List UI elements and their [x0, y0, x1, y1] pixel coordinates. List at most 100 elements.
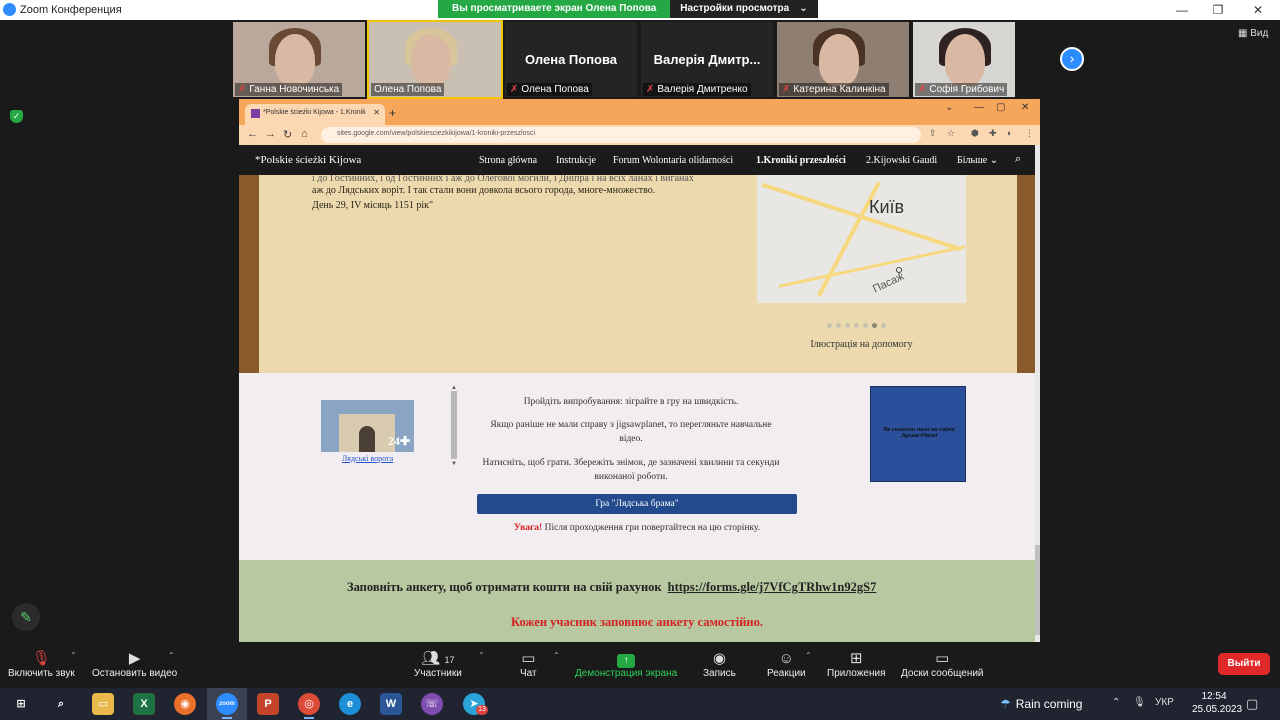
participant-display-name: Валерія Дмитр... [653, 52, 761, 67]
participant-tile[interactable]: Валерія Дмитр... ✗ Валерія Дмитренко [641, 22, 773, 97]
carousel-dot[interactable] [845, 323, 850, 328]
carousel-dot[interactable] [881, 323, 886, 328]
url-input[interactable]: sites.google.com/view/polskiesciezkikijo… [321, 127, 921, 143]
tutorial-video-card[interactable]: Як скласти пазл на сайті Jigsaw Planet [870, 386, 966, 482]
forward-icon[interactable]: → [265, 128, 276, 140]
play-game-button[interactable]: Гра "Лядська брама" [477, 494, 797, 514]
word-icon[interactable]: W [380, 693, 402, 715]
nav-kijowski-gaudi[interactable]: 2.Kijowski Gaudi [866, 155, 937, 166]
taskbar-clock[interactable]: 12:54 25.05.2023 [1192, 690, 1242, 716]
next-participants-button[interactable]: › [1060, 47, 1084, 71]
browser-maximize-icon[interactable]: ▢ [996, 102, 1005, 113]
carousel-dot[interactable] [863, 323, 868, 328]
powerpoint-icon[interactable]: P [257, 693, 279, 715]
puzzle-thumbnail[interactable]: 24✚ [321, 400, 414, 452]
bookmark-star-icon[interactable]: ☆ [947, 128, 955, 139]
apps-button[interactable]: ⊞ Приложения [827, 650, 886, 679]
carousel-dots[interactable] [827, 323, 886, 328]
view-button[interactable]: ▦ Вид [1238, 28, 1268, 39]
parchment-edge-right [1017, 175, 1035, 373]
unmute-button[interactable]: 🎙︎ Включить звук [8, 650, 75, 679]
mute-options-caret[interactable]: ⌃ [70, 650, 77, 661]
close-icon[interactable]: ✕ [1248, 2, 1268, 18]
nav-kroniki-przeszlosci[interactable]: 1.Kroniki przeszłości [756, 155, 846, 166]
microphone-tray-icon[interactable]: 🎙︎ [1133, 697, 1146, 708]
reactions-options-caret[interactable]: ⌃ [805, 650, 812, 661]
home-icon[interactable]: ⌂ [301, 128, 308, 140]
scrollbar-thumb[interactable] [1035, 545, 1040, 635]
security-shield-icon[interactable]: ✓ [10, 110, 23, 123]
participants-button[interactable]: 👥︎ 17 Участники [414, 650, 462, 679]
browser-tab[interactable]: *Polskie ścieżki Kijowa - 1.Kronik ✕ [245, 104, 385, 125]
carousel-dot[interactable] [854, 323, 859, 328]
back-icon[interactable]: ← [247, 128, 258, 140]
input-language[interactable]: УКР [1155, 697, 1174, 708]
file-explorer-icon[interactable]: ▭ [92, 693, 114, 715]
participant-name: Олена Попова [371, 83, 445, 96]
nav-strona-glowna[interactable]: Strona główna [479, 155, 537, 166]
weather-widget[interactable]: ☂ Rain coming [1000, 697, 1082, 711]
chrome-icon[interactable]: ◎ [298, 693, 320, 719]
participants-options-caret[interactable]: ⌃ [478, 650, 485, 661]
new-tab-icon[interactable]: + [389, 106, 396, 120]
record-button[interactable]: ◉ Запись [703, 650, 736, 679]
tab-close-icon[interactable]: ✕ [373, 108, 380, 117]
minimize-icon[interactable]: — [1172, 2, 1192, 18]
video-options-caret[interactable]: ⌃ [168, 650, 175, 661]
leave-meeting-button[interactable]: Выйти [1218, 653, 1270, 675]
tray-expand-icon[interactable]: ⌃ [1112, 697, 1120, 708]
site-search-icon[interactable]: ⌕ [1015, 153, 1021, 166]
share-screen-button[interactable]: ↑ Демонстрация экрана [575, 650, 677, 679]
participant-tile[interactable]: ✗ Катерина Калинкіна [777, 22, 909, 97]
profile-icon[interactable]: ◐ [1007, 128, 1012, 138]
embed-scroll-down-icon[interactable]: ▼ [451, 461, 457, 467]
chat-options-caret[interactable]: ⌃ [553, 650, 560, 661]
page-scrollbar[interactable] [1035, 145, 1040, 642]
firefox-icon[interactable]: ◉ [174, 693, 196, 715]
windows-start-icon[interactable]: ⊞ [10, 693, 32, 715]
reaction-emoji-icon: ☺ [778, 650, 794, 667]
extension-icon[interactable]: ⬢ [971, 128, 979, 139]
edge-icon[interactable]: e [339, 693, 361, 715]
taskbar-search-icon[interactable]: ⌕ [50, 693, 72, 715]
browser-close-icon[interactable]: ✕ [1021, 102, 1029, 113]
carousel-dot[interactable] [827, 323, 832, 328]
participant-tile[interactable]: ✗ Софія Грибович [913, 22, 1015, 97]
annotate-pencil-icon[interactable]: ✎ [12, 603, 40, 631]
view-settings-button[interactable]: Настройки просмотра ⌄ [670, 0, 818, 18]
reactions-button[interactable]: ☺ Реакции [767, 650, 806, 679]
browser-chevron-icon[interactable]: ⌄ [945, 102, 953, 113]
participant-name: ✗ Ганна Новочинська [235, 83, 343, 96]
viber-icon[interactable]: ☏ [421, 693, 443, 715]
zoom-taskbar-icon[interactable]: zoom [216, 693, 238, 719]
site-title[interactable]: *Polskie ścieżki Kijowa [255, 154, 361, 166]
participant-tile[interactable]: Олена Попова ✗ Олена Попова [505, 22, 637, 97]
participant-tile[interactable]: ✗ Ганна Новочинська [233, 22, 365, 97]
translate-icon[interactable]: ⇪ [929, 128, 937, 139]
carousel-dot[interactable] [836, 323, 841, 328]
browser-menu-icon[interactable]: ⋮ [1025, 128, 1034, 139]
puzzle-link[interactable]: Лядські ворота [321, 454, 414, 463]
whiteboard-button[interactable]: ▭ Доски сообщений [901, 650, 984, 679]
reload-icon[interactable]: ↻ [283, 128, 292, 141]
rain-cloud-icon: ☂ [1000, 697, 1011, 711]
browser-minimize-icon[interactable]: — [974, 102, 984, 113]
participant-tile-active-speaker[interactable]: Олена Попова [367, 20, 503, 99]
chat-button[interactable]: ▭ Чат [520, 650, 537, 679]
nav-forum[interactable]: Forum Wolontaria olidarności [613, 155, 733, 166]
game-tutorial-text: Якщо раніше не мали справу з jigsawplane… [490, 420, 772, 444]
survey-link[interactable]: https://forms.gle/j7VfCgTRhw1n92gS7 [668, 580, 877, 594]
nav-instrukcje[interactable]: Instrukcje [556, 155, 596, 166]
game-section: 24✚ Лядські ворота ▲ ▼ Пройдіть випробув… [239, 373, 1035, 560]
carousel-dot-active[interactable] [872, 323, 877, 328]
stop-video-button[interactable]: ▶︎ Остановить видео [92, 650, 177, 679]
kyiv-map-image[interactable]: Київ ⚲ Пасаж [757, 175, 966, 303]
excel-icon[interactable]: X [133, 693, 155, 715]
nav-more[interactable]: Більше ⌄ [957, 155, 998, 166]
survey-text: Заповніть анкету, щоб отримати кошти на … [347, 580, 877, 594]
maximize-icon[interactable]: ❐ [1208, 2, 1228, 18]
embed-scrollbar[interactable] [451, 391, 457, 459]
survey-note: Кожен учасник заповнює анкету самостійно… [511, 615, 763, 629]
puzzle-extensions-icon[interactable]: ✚ [989, 128, 997, 139]
notifications-icon[interactable]: ▢ [1246, 696, 1258, 712]
